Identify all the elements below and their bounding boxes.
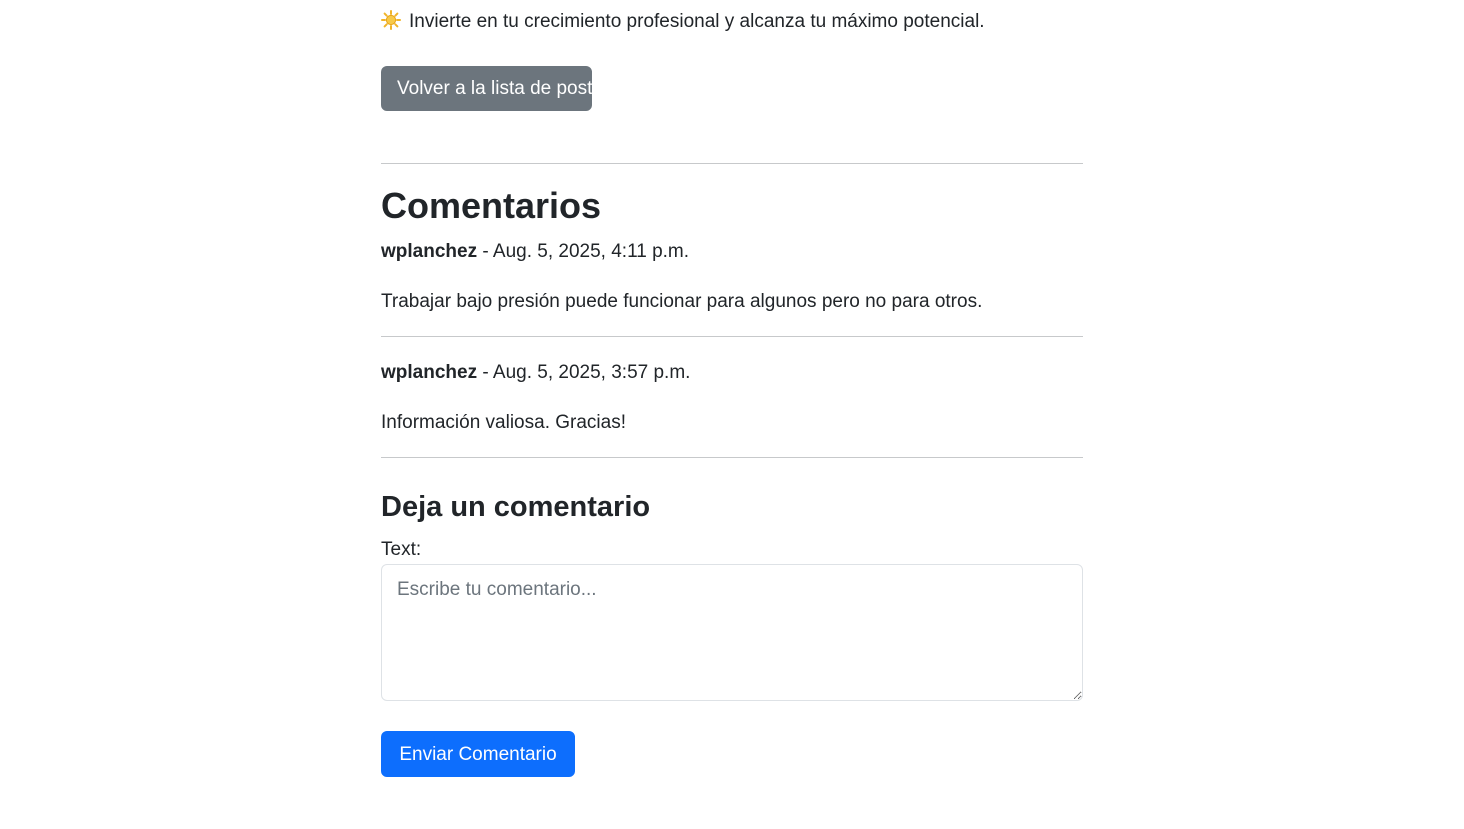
section-divider	[381, 163, 1083, 164]
comment-textarea[interactable]	[381, 564, 1083, 701]
comment-meta: wplanchez - Aug. 5, 2025, 4:11 p.m.	[381, 238, 689, 266]
comment-text: Trabajar bajo presión puede funcionar pa…	[381, 291, 983, 312]
comment-date: - Aug. 5, 2025, 4:11 p.m.	[477, 241, 690, 262]
sun-icon	[381, 10, 401, 30]
comment-divider	[381, 457, 1083, 458]
submit-comment-button[interactable]: Enviar Comentario	[381, 731, 575, 777]
intro-text: Invierte en tu crecimiento profesional y…	[409, 11, 985, 32]
comment-divider	[381, 336, 1083, 337]
comment-text: Información valiosa. Gracias!	[381, 412, 626, 433]
comment-date: - Aug. 5, 2025, 3:57 p.m.	[477, 362, 691, 383]
comment-form-heading: Deja un comentario	[381, 491, 651, 523]
comments-heading: Comentarios	[381, 185, 602, 226]
post-closing-line: Invierte en tu crecimiento profesional y…	[381, 8, 985, 36]
comment-author: wplanchez	[381, 362, 478, 383]
comment-text-label: Text:	[381, 539, 422, 560]
comment-meta: wplanchez - Aug. 5, 2025, 3:57 p.m.	[381, 359, 690, 387]
comment-author: wplanchez	[381, 241, 478, 262]
back-to-posts-button[interactable]: Volver a la lista de posts	[381, 66, 602, 111]
